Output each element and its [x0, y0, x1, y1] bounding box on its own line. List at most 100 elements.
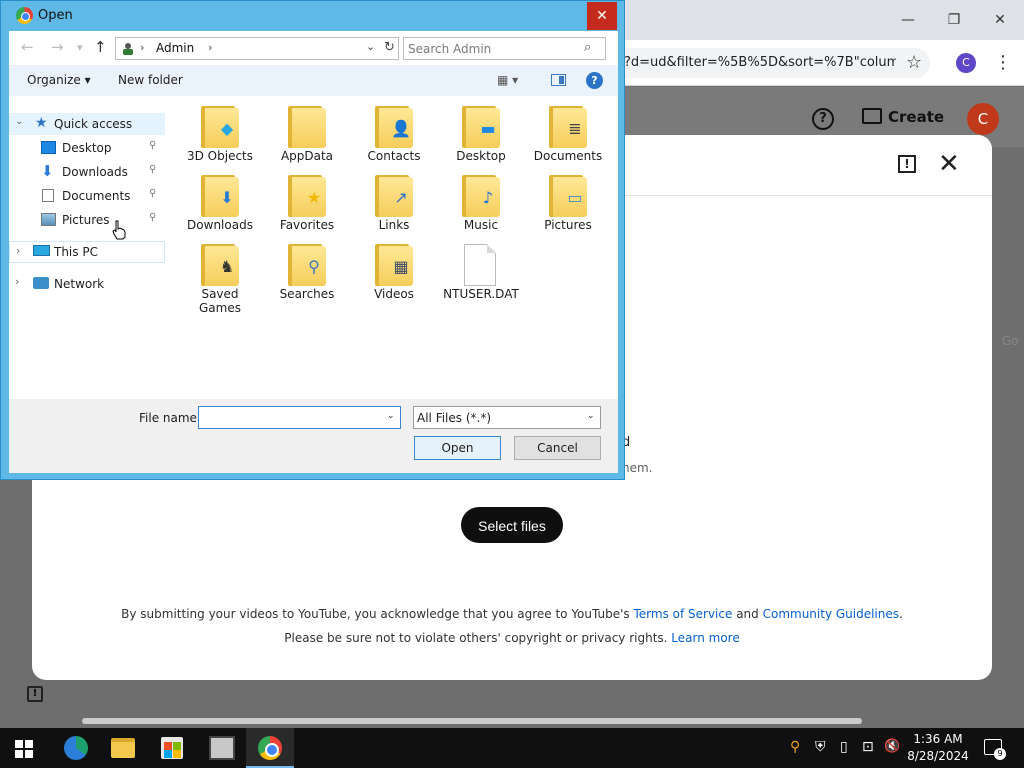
search-tray-icon[interactable]: ⚲ [790, 739, 800, 755]
clock-time[interactable]: 1:36 AM [906, 732, 970, 746]
drag-drop-subtext: hem. [622, 461, 653, 475]
expand-chevron-icon[interactable]: › [15, 275, 19, 288]
chevron-down-icon[interactable]: ⌄ [587, 411, 595, 421]
path-separator[interactable]: › [208, 41, 212, 54]
create-label: Create [888, 108, 945, 126]
file-item[interactable]: ▭ Pictures [527, 172, 609, 240]
refresh-icon[interactable]: ↻ [384, 40, 395, 55]
file-label: Saved Games [199, 287, 241, 315]
collapse-chevron-icon[interactable]: ⌄ [15, 116, 23, 127]
feedback-icon[interactable]: ! [898, 155, 916, 173]
recent-locations-icon[interactable]: ▾ [77, 41, 83, 54]
horizontal-scrollbar[interactable] [82, 718, 862, 724]
open-file-dialog: Open ✕ ← → ▾ ↑ › Admin › ⌄ ↻ ⌕ Organize … [0, 0, 625, 480]
taskbar-store[interactable] [148, 728, 196, 768]
dialog-help-icon[interactable]: ? [586, 72, 603, 89]
taskbar-edge[interactable] [50, 728, 98, 768]
start-button[interactable] [0, 728, 48, 768]
upload-close-icon[interactable]: ✕ [938, 149, 960, 179]
organize-menu[interactable]: Organize ▾ [27, 73, 91, 87]
learn-more-link[interactable]: Learn more [671, 631, 739, 645]
path-bar[interactable]: › Admin › ⌄ ↻ [115, 37, 399, 60]
file-name-input[interactable] [202, 409, 382, 426]
usb-eject-icon[interactable]: ▯ [840, 739, 848, 755]
restore-button[interactable]: ❐ [931, 8, 977, 32]
account-avatar[interactable]: C [967, 103, 999, 135]
dialog-title: Open [38, 8, 73, 23]
dialog-body: ← → ▾ ↑ › Admin › ⌄ ↻ ⌕ Organize ▾ New f… [9, 31, 618, 473]
folder-icon: ⚲ [288, 244, 326, 286]
nav-label: Quick access [54, 117, 133, 131]
chevron-down-icon[interactable]: ⌄ [387, 411, 395, 421]
file-name-combobox[interactable]: ⌄ [198, 406, 401, 429]
search-icon: ⌕ [584, 40, 592, 55]
file-type-select[interactable]: All Files (*.*) ⌄ [413, 406, 601, 429]
file-item[interactable]: ⚲ Searches [266, 241, 348, 309]
file-item[interactable]: ≣ Documents [527, 103, 609, 171]
file-item[interactable]: ▬ Desktop [440, 103, 522, 171]
bookmark-star-icon[interactable]: ☆ [906, 52, 922, 73]
file-item[interactable]: ⬇ Downloads [179, 172, 261, 240]
nav-quick-access[interactable]: ⌄ ★ Quick access [9, 113, 165, 135]
new-folder-button[interactable]: New folder [118, 73, 183, 87]
file-item[interactable]: NTUSER.DAT [440, 241, 522, 309]
file-item[interactable]: ★ Favorites [266, 172, 348, 240]
up-arrow-icon[interactable]: ↑ [94, 38, 107, 56]
profile-avatar[interactable]: C [956, 53, 976, 73]
browser-close-button[interactable]: ✕ [977, 8, 1023, 32]
file-item[interactable]: ◆ 3D Objects [179, 103, 261, 171]
nav-desktop[interactable]: Desktop ⚲ [9, 137, 169, 159]
terms-and: and [732, 607, 763, 621]
folder-icon: ↗ [375, 175, 413, 217]
file-item[interactable]: ↗ Links [353, 172, 435, 240]
feedback-sidebar-icon[interactable]: ! [27, 686, 43, 702]
volume-muted-icon[interactable]: 🔇 [884, 739, 900, 754]
terms-of-service-link[interactable]: Terms of Service [633, 607, 732, 621]
network-tray-icon[interactable]: ⊡ [862, 739, 874, 755]
open-button[interactable]: Open [414, 436, 501, 460]
nav-this-pc[interactable]: › This PC [9, 241, 165, 263]
help-icon[interactable]: ? [812, 108, 834, 130]
chrome-icon [258, 736, 282, 760]
nav-downloads[interactable]: ⬇ Downloads ⚲ [9, 161, 169, 183]
folder-icon: ♪ [462, 175, 500, 217]
clipped-text: Go [1002, 334, 1019, 348]
path-segment-admin[interactable]: Admin [156, 41, 194, 55]
taskbar-media-app[interactable] [198, 728, 246, 768]
folder-icon: ♞ [201, 244, 239, 286]
folder-icon: ▭ [549, 175, 587, 217]
file-label: Links [378, 218, 410, 232]
select-files-button[interactable]: Select files [461, 507, 563, 543]
dialog-titlebar[interactable]: Open ✕ [1, 1, 624, 31]
file-item[interactable]: ♪ Music [440, 172, 522, 240]
file-label: AppData [280, 149, 334, 163]
community-guidelines-link[interactable]: Community Guidelines [763, 607, 899, 621]
file-item[interactable]: 👤 Contacts [353, 103, 435, 171]
preview-pane-icon[interactable] [551, 74, 566, 86]
nav-network[interactable]: › Network [9, 273, 169, 295]
cancel-button[interactable]: Cancel [514, 436, 601, 460]
file-item[interactable]: ▦ Videos [353, 241, 435, 309]
navigation-pane: ⌄ ★ Quick access Desktop ⚲ ⬇ Downloads ⚲… [9, 97, 169, 397]
path-dropdown-icon[interactable]: ⌄ [366, 40, 375, 53]
nav-documents[interactable]: Documents ⚲ [9, 185, 169, 207]
taskbar-chrome[interactable] [246, 728, 294, 768]
back-arrow-icon[interactable]: ← [21, 38, 34, 56]
search-box[interactable]: ⌕ [403, 37, 606, 60]
dialog-close-button[interactable]: ✕ [587, 2, 617, 30]
view-options-icon[interactable]: ▦ ▾ [497, 73, 518, 87]
file-label: Desktop [456, 149, 506, 163]
file-item[interactable]: ♞ Saved Games [179, 241, 261, 315]
browser-menu-icon[interactable]: ⋮ [994, 52, 1012, 73]
forward-arrow-icon[interactable]: → [51, 38, 64, 56]
url-text[interactable]: ?d=ud&filter=%5B%5D&sort=%7B"colum... [624, 55, 896, 70]
security-shield-icon[interactable]: ⛨ [815, 739, 826, 755]
create-button[interactable]: Create [862, 108, 944, 126]
minimize-button[interactable]: — [885, 8, 931, 32]
file-item[interactable]: AppData [266, 103, 348, 171]
search-input[interactable] [408, 40, 578, 57]
taskbar-file-explorer[interactable] [98, 728, 146, 768]
expand-chevron-icon[interactable]: › [16, 244, 20, 257]
nav-pictures[interactable]: Pictures ⚲ [9, 209, 169, 231]
clock-date[interactable]: 8/28/2024 [906, 749, 970, 763]
